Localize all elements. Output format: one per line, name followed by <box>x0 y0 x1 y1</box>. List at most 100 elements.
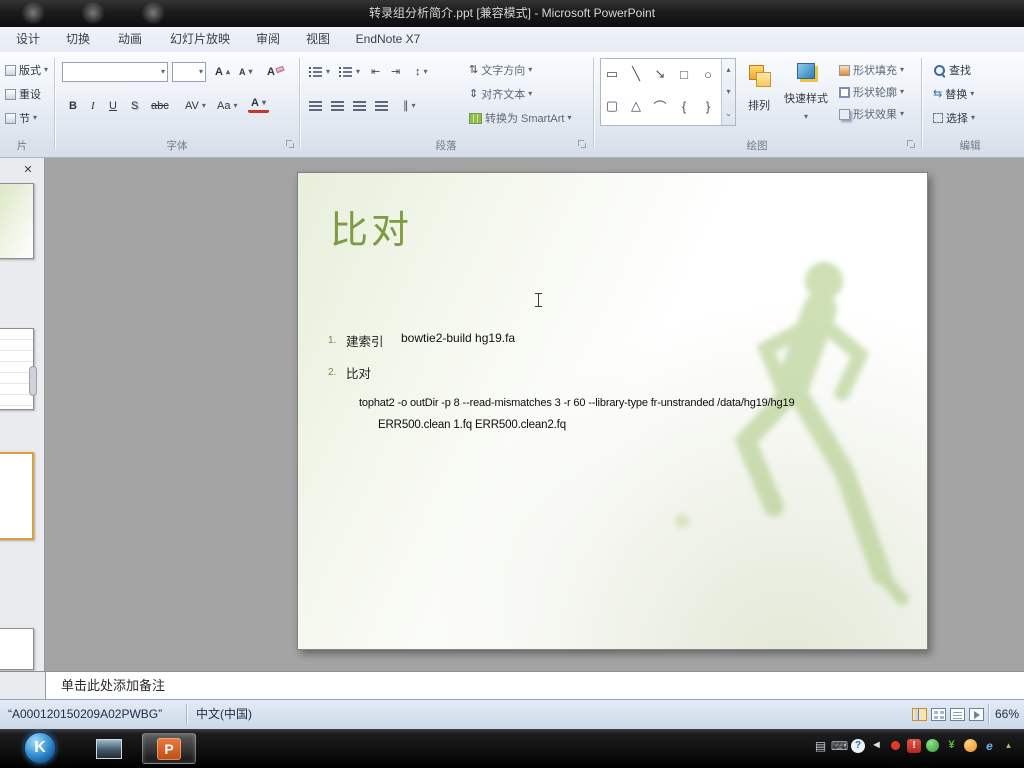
browser-tray-icon[interactable]: e <box>982 738 997 753</box>
tab-review[interactable]: 审阅 <box>246 27 290 52</box>
shape-brace-right-icon[interactable]: } <box>697 93 719 119</box>
shape-line-icon[interactable]: ╲ <box>625 61 647 87</box>
convert-smartart-button[interactable]: 转换为 SmartArt ▾ <box>466 108 574 128</box>
paragraph-dialog-launcher[interactable] <box>578 140 587 149</box>
font-color-button[interactable]: A ▾ <box>248 96 269 113</box>
shape-brace-left-icon[interactable]: { <box>673 93 695 119</box>
shape-textbox-icon[interactable]: ▭ <box>601 61 623 87</box>
keyboard-tray-icon[interactable]: ⌨ <box>831 738 848 753</box>
notes-input-area[interactable]: 单击此处添加备注 <box>45 672 1024 699</box>
slide-title[interactable]: 比对 <box>330 199 412 254</box>
shape-outline-button[interactable]: 形状轮廓 ▾ <box>836 82 907 102</box>
command-line[interactable]: tophat2 -o outDir -p 8 --read-mismatches… <box>359 397 795 409</box>
panel-scrollbar-thumb[interactable] <box>29 366 37 396</box>
text-shadow-button[interactable]: S <box>128 96 144 116</box>
title-bar: 转录组分析简介.ppt [兼容模式] - Microsoft PowerPoin… <box>0 0 1024 27</box>
select-label: 选择 <box>946 113 968 125</box>
shape-oval-icon[interactable]: ○ <box>697 61 719 87</box>
shape-rectangle-icon[interactable]: □ <box>673 61 695 87</box>
notification-dot-icon[interactable] <box>891 741 900 750</box>
shape-rounded-rect-icon[interactable]: ▢ <box>601 93 623 119</box>
reading-view-button[interactable] <box>950 708 965 721</box>
printer-tray-icon[interactable]: ▤ <box>813 738 828 753</box>
list-item-text[interactable]: 建索引 <box>346 331 384 350</box>
volume-tray-icon[interactable]: ◄ <box>869 738 884 753</box>
tab-design[interactable]: 设计 <box>6 27 50 52</box>
normal-view-button[interactable] <box>912 708 927 721</box>
shape-arrow-icon[interactable]: ↘ <box>649 61 671 87</box>
zoom-level[interactable]: 66% <box>995 700 1019 729</box>
underline-button[interactable]: U <box>106 96 122 116</box>
close-panel-button[interactable]: ✕ <box>19 162 37 178</box>
slide-sorter-view-button[interactable] <box>931 708 946 721</box>
language-indicator[interactable]: 中文(中国) <box>196 700 252 729</box>
shape-arc-icon[interactable]: ⌒ <box>649 93 671 119</box>
layout-button[interactable]: 版式 ▾ <box>2 60 51 80</box>
italic-button[interactable]: I <box>88 96 102 116</box>
help-tray-icon[interactable]: ? <box>851 738 865 753</box>
strikethrough-button[interactable]: abc <box>148 96 174 116</box>
font-name-combo[interactable]: ▾ <box>62 62 168 82</box>
tab-animations[interactable]: 动画 <box>108 27 152 52</box>
text-direction-button[interactable]: ⇅ 文字方向 ▾ <box>466 60 535 80</box>
change-case-button[interactable]: Aa ▾ <box>214 96 240 116</box>
section-button[interactable]: 节 ▾ <box>2 108 40 128</box>
shape-effects-button[interactable]: 形状效果 ▾ <box>836 104 907 124</box>
tab-transitions[interactable]: 切换 <box>56 27 100 52</box>
tab-slideshow[interactable]: 幻灯片放映 <box>160 27 240 52</box>
command-line[interactable]: ERR500.clean 1.fq ERR500.clean2.fq <box>378 419 566 431</box>
slide-thumbnail[interactable] <box>0 183 34 259</box>
bullets-button[interactable]: ▾ <box>306 62 333 82</box>
grow-font-button[interactable]: A ▴ <box>212 62 233 82</box>
character-spacing-button[interactable]: AV ▾ <box>182 96 208 116</box>
shapes-gallery[interactable]: ▭ ╲ ↘ □ ○ ▢ △ ⌒ { } ▴ ▾ ⌄ <box>600 58 736 126</box>
decrease-indent-button[interactable]: ⇤ <box>368 62 383 82</box>
finance-tray-icon[interactable]: ¥ <box>944 738 959 753</box>
list-item-text[interactable]: 比对 <box>346 363 371 382</box>
gallery-more-icon[interactable]: ⌄ <box>725 110 732 118</box>
slide-thumbnail[interactable] <box>0 628 34 670</box>
slide-canvas[interactable]: 比对 1. 建索引 bowtie2-build hg19.fa 2. 比对 to… <box>297 172 928 650</box>
gallery-up-icon[interactable]: ▴ <box>726 66 730 74</box>
columns-button[interactable]: ∥ ▾ <box>400 96 419 116</box>
security-shield-icon[interactable]: ! <box>907 738 921 753</box>
font-dialog-launcher[interactable] <box>286 140 295 149</box>
select-button[interactable]: 选择 ▾ <box>930 108 978 128</box>
slide-thumbnail-selected[interactable] <box>0 452 34 540</box>
green-status-icon[interactable] <box>926 739 939 752</box>
gallery-down-icon[interactable]: ▾ <box>726 88 730 96</box>
increase-indent-button[interactable]: ⇥ <box>388 62 403 82</box>
slideshow-view-button[interactable] <box>969 708 984 721</box>
line-spacing-button[interactable]: ↕ ▾ <box>412 62 431 82</box>
drawing-dialog-launcher[interactable] <box>907 140 916 149</box>
justify-button[interactable] <box>372 96 391 116</box>
align-left-button[interactable] <box>306 96 325 116</box>
tab-view[interactable]: 视图 <box>296 27 340 52</box>
quick-styles-button[interactable]: 快速样式 ▾ <box>780 58 832 134</box>
align-center-button[interactable] <box>328 96 347 116</box>
replace-button[interactable]: ⇆ 替换 ▾ <box>930 84 977 104</box>
arrange-button[interactable]: 排列 <box>742 58 776 134</box>
list-item-code[interactable]: bowtie2-build hg19.fa <box>401 331 515 345</box>
bold-button[interactable]: B <box>66 96 84 116</box>
font-size-combo[interactable]: ▾ <box>172 62 206 82</box>
shape-triangle-icon[interactable]: △ <box>625 93 647 119</box>
align-left-icon <box>309 100 322 112</box>
gallery-scroll[interactable]: ▴ ▾ ⌄ <box>721 59 735 125</box>
start-button[interactable]: K <box>24 732 56 764</box>
find-button[interactable]: 查找 <box>930 60 974 80</box>
numbering-button[interactable]: ▾ <box>336 62 363 82</box>
align-right-button[interactable] <box>350 96 369 116</box>
taskbar-powerpoint-button[interactable]: P <box>142 733 196 764</box>
underline-label: U <box>109 100 117 112</box>
taskbar-app-button[interactable] <box>84 733 134 764</box>
clear-formatting-button[interactable]: A <box>264 62 287 82</box>
show-hidden-icons-button[interactable]: ▴ <box>1001 738 1016 753</box>
orange-status-icon[interactable] <box>964 739 977 752</box>
chevron-down-icon: ▾ <box>233 101 238 110</box>
shrink-font-button[interactable]: A ▾ <box>236 62 256 82</box>
align-text-button[interactable]: ⇕ 对齐文本 ▾ <box>466 84 535 104</box>
shape-fill-button[interactable]: 形状填充 ▾ <box>836 60 907 80</box>
tab-endnote[interactable]: EndNote X7 <box>346 27 430 52</box>
reset-button[interactable]: 重设 <box>2 84 44 104</box>
